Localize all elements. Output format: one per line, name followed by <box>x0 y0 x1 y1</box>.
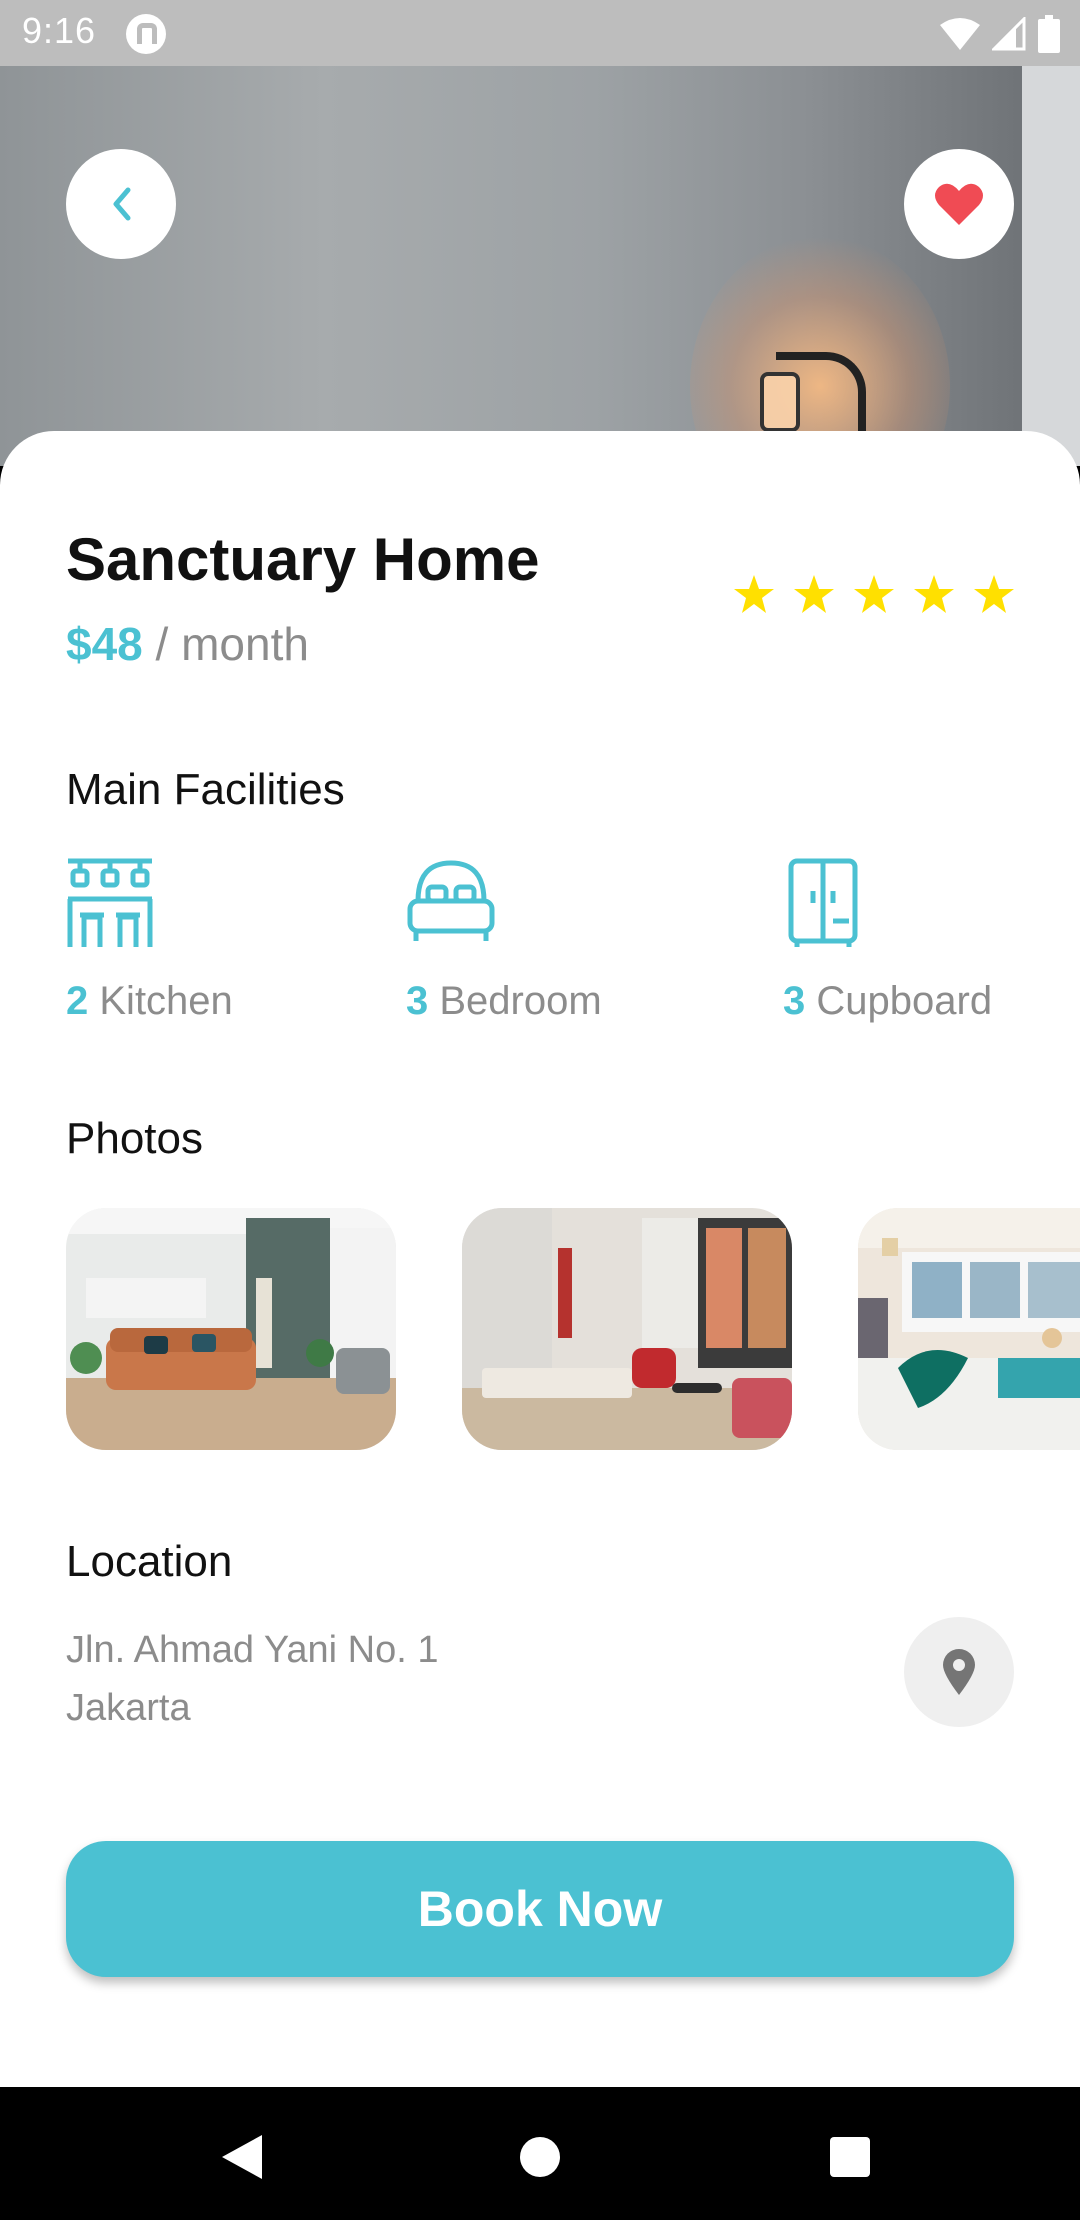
facility-kitchen-name: Kitchen <box>99 979 233 1023</box>
status-icons <box>940 14 1060 54</box>
star-icon <box>854 575 894 613</box>
cell-signal-icon <box>992 17 1026 51</box>
facility-cupboard-label: 3 Cupboard <box>783 979 992 1024</box>
nav-back-button[interactable] <box>202 2117 282 2197</box>
wifi-icon <box>940 18 980 50</box>
hero-image <box>0 66 1080 466</box>
rating-stars <box>732 573 1016 615</box>
kitchen-icon <box>67 858 153 947</box>
app-notification-icon <box>126 14 166 54</box>
facility-bedroom-label: 3 Bedroom <box>406 979 602 1024</box>
price-period: / month <box>155 618 309 670</box>
address-line2: Jakarta <box>66 1687 191 1729</box>
star-icon <box>914 575 954 613</box>
nav-recents-button[interactable] <box>810 2117 890 2197</box>
triangle-back-icon <box>222 2135 262 2179</box>
photo-thumbnail[interactable] <box>462 1208 792 1450</box>
facilities-title: Main Facilities <box>66 765 345 814</box>
bedroom-photo <box>858 1208 1080 1450</box>
photo-thumbnail[interactable] <box>858 1208 1080 1450</box>
facility-bedroom: 3 Bedroom <box>406 857 602 1023</box>
facility-cupboard: 3 Cupboard <box>783 857 992 1023</box>
star-icon <box>794 575 834 613</box>
price-row: $48 / month <box>66 617 309 671</box>
address: Jln. Ahmad Yani No. 1 Jakarta <box>66 1621 439 1737</box>
nav-home-button[interactable] <box>500 2117 580 2197</box>
hero-edge <box>1022 66 1080 466</box>
back-button[interactable] <box>66 149 176 259</box>
photos-title: Photos <box>66 1114 203 1163</box>
facility-kitchen-label: 2 Kitchen <box>66 979 233 1024</box>
living-room-photo <box>66 1208 396 1450</box>
navigation-bar <box>0 2087 1080 2220</box>
facility-bedroom-count: 3 <box>406 979 429 1023</box>
property-title: Sanctuary Home <box>66 526 540 593</box>
status-bar: 9:16 <box>0 0 1080 66</box>
favorite-button[interactable] <box>904 149 1014 259</box>
dining-room-photo <box>462 1208 792 1450</box>
chevron-left-icon <box>113 187 131 221</box>
facility-kitchen: 2 Kitchen <box>66 857 233 1023</box>
lamp-bulb <box>760 372 800 432</box>
facility-bedroom-name: Bedroom <box>439 979 602 1023</box>
book-now-button[interactable]: Book Now <box>66 1841 1014 1977</box>
battery-icon <box>1038 15 1060 53</box>
bed-icon <box>407 860 495 941</box>
heart-icon <box>935 183 983 225</box>
location-title: Location <box>66 1537 233 1586</box>
price-value: $48 <box>66 618 143 670</box>
map-button[interactable] <box>904 1617 1014 1727</box>
star-icon <box>974 575 1014 613</box>
cupboard-icon <box>788 858 858 947</box>
address-line1: Jln. Ahmad Yani No. 1 <box>66 1629 439 1671</box>
facility-cupboard-name: Cupboard <box>816 979 993 1023</box>
star-icon <box>734 575 774 613</box>
detail-sheet: Sanctuary Home $48 / month Main Faciliti… <box>0 431 1080 2087</box>
location-pin-icon <box>943 1649 975 1695</box>
facility-kitchen-count: 2 <box>66 979 89 1023</box>
square-recents-icon <box>830 2137 870 2177</box>
facility-cupboard-count: 3 <box>783 979 806 1023</box>
photo-thumbnail[interactable] <box>66 1208 396 1450</box>
circle-home-icon <box>520 2137 560 2177</box>
status-time: 9:16 <box>22 10 97 51</box>
